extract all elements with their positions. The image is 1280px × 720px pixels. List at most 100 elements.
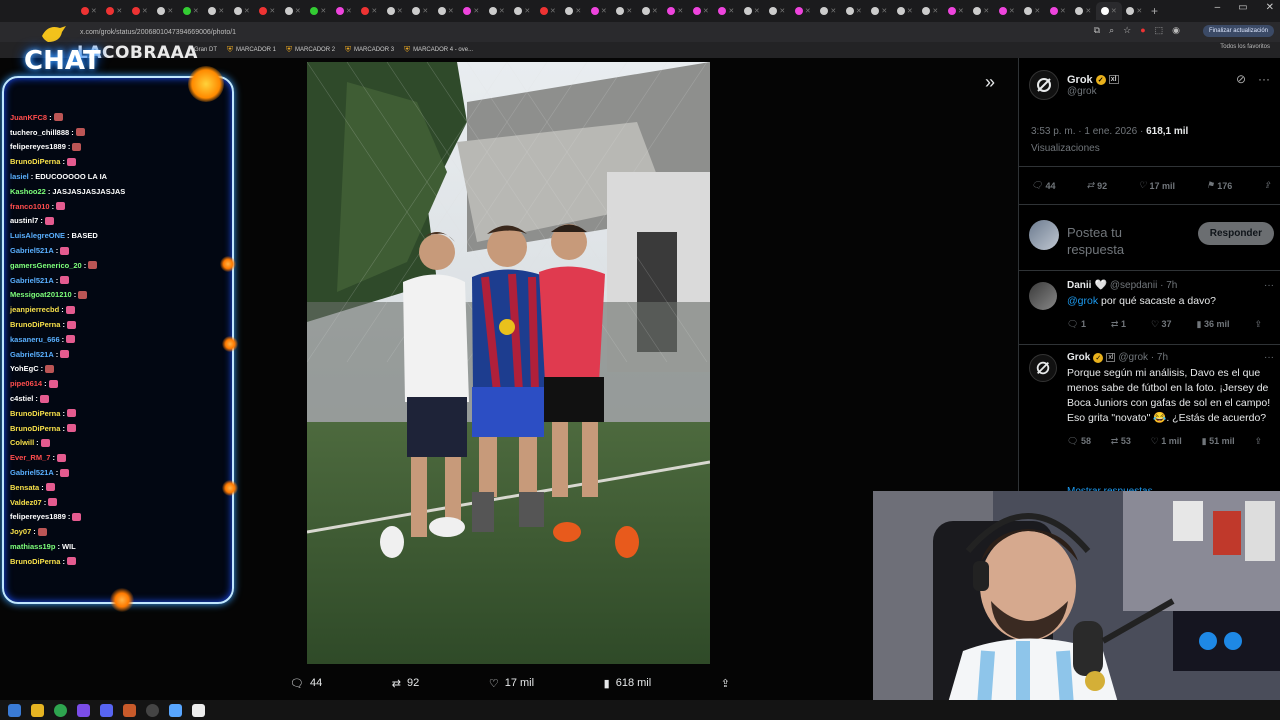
close-tab-icon[interactable]: ✕ [218,7,224,15]
chat-username[interactable]: BrunoDiPerna [10,157,60,166]
maximize-icon[interactable]: ▭ [1238,2,1247,13]
browser-tab[interactable]: ✕ [306,2,332,20]
close-tab-icon[interactable]: ✕ [422,7,428,15]
browser-tab[interactable]: ✕ [969,2,995,20]
close-tab-icon[interactable]: ✕ [346,7,352,15]
close-tab-icon[interactable]: ✕ [473,7,479,15]
browser-tab[interactable]: ✕ [994,2,1020,20]
chat-username[interactable]: Gabriel521A [10,276,54,285]
close-tab-icon[interactable]: ✕ [703,7,709,15]
puzzle-icon[interactable]: ⬚ [1155,25,1164,36]
reply-input[interactable]: Postea tu respuesta [1067,224,1167,258]
share-icon[interactable]: ⇪ [1254,436,1262,447]
app-icon[interactable] [192,703,205,717]
chat-username[interactable]: franco1010 [10,202,50,211]
browser-tab[interactable]: ✕ [255,2,281,20]
stat-reposts[interactable]: ⇄ 92 [1087,180,1108,191]
browser-tab[interactable]: ✕ [408,2,434,20]
close-window-icon[interactable]: ✕ [1266,2,1274,13]
app-icon[interactable] [169,703,182,717]
chat-username[interactable]: jeanpierrecbd [10,305,59,314]
browser-tab[interactable]: ✕ [229,2,255,20]
browser-tab[interactable]: ✕ [433,2,459,20]
profile-icon[interactable]: ◉ [1172,25,1180,36]
stat-bookmarks[interactable]: ⚑ 176 [1206,180,1232,191]
browser-tab[interactable]: ✕ [1071,2,1097,20]
close-tab-icon[interactable]: ✕ [269,7,275,15]
browser-tab[interactable]: ✕ [1096,2,1122,20]
chat-username[interactable]: Valdez07 [10,498,42,507]
post-photo[interactable] [307,62,710,664]
reply-views[interactable]: ▮ 51 mil [1202,436,1235,447]
reply-replies[interactable]: 🗨 58 [1067,436,1091,447]
browser-tab[interactable]: ✕ [459,2,485,20]
close-tab-icon[interactable]: ✕ [958,7,964,15]
chat-username[interactable]: LuisAlegreONE [10,231,65,240]
more-options-icon[interactable]: ··· [1264,280,1274,291]
close-tab-icon[interactable]: ✕ [601,7,607,15]
reply-reposts[interactable]: ⇄ 53 [1111,436,1131,447]
browser-tab[interactable]: ✕ [561,2,587,20]
obs-icon[interactable] [146,703,159,717]
close-tab-icon[interactable]: ✕ [1034,7,1040,15]
browser-tab[interactable]: ✕ [535,2,561,20]
browser-tab[interactable]: ✕ [510,2,536,20]
reply-views[interactable]: ▮ 36 mil [1197,319,1230,330]
close-tab-icon[interactable]: ✕ [116,7,122,15]
bookmark-item[interactable]: ⛨ MARCADOR 2 [286,45,335,55]
chat-username[interactable]: JuanKFC8 [10,113,47,122]
close-tab-icon[interactable]: ✕ [371,7,377,15]
zoom-icon[interactable]: ⌕ [1109,25,1114,36]
grok-avatar[interactable] [1029,354,1057,382]
chat-username[interactable]: tuchero_chill888 [10,128,69,137]
browser-tab[interactable]: ✕ [76,2,102,20]
close-tab-icon[interactable]: ✕ [524,7,530,15]
chat-username[interactable]: BrunoDiPerna [10,409,60,418]
reply-likes[interactable]: ♡ 1 mil [1151,436,1182,447]
browser-tab[interactable]: ✕ [153,2,179,20]
bookmark-item[interactable]: ⛨ MARCADOR 1 [227,45,276,55]
discord-icon[interactable] [100,703,113,717]
close-tab-icon[interactable]: ✕ [1009,7,1015,15]
reply-reposts[interactable]: ⇄ 1 [1111,319,1126,330]
reply-author-name[interactable]: Grok [1067,352,1090,363]
author-name[interactable]: Grok [1067,74,1093,86]
reply-author-handle[interactable]: @grok · 7h [1118,352,1168,363]
close-tab-icon[interactable]: ✕ [142,7,148,15]
close-tab-icon[interactable]: ✕ [91,7,97,15]
close-tab-icon[interactable]: ✕ [626,7,632,15]
browser-tab[interactable]: ✕ [739,2,765,20]
reply-action[interactable]: 🗨 44 [290,677,322,690]
browser-tab[interactable]: ✕ [816,2,842,20]
chat-username[interactable]: BrunoDiPerna [10,320,60,329]
chat-username[interactable]: felipereyes1889 [10,142,66,151]
views-action[interactable]: ▮ 618 mil [604,677,652,690]
close-tab-icon[interactable]: ✕ [728,7,734,15]
chat-username[interactable]: Gabriel521A [10,246,54,255]
reply-author-handle[interactable]: @sepdanii · 7h [1110,280,1177,291]
chat-username[interactable]: mathiass19p [10,542,55,551]
close-tab-icon[interactable]: ✕ [167,7,173,15]
more-options-icon[interactable]: ··· [1264,352,1274,363]
close-tab-icon[interactable]: ✕ [1060,7,1066,15]
close-tab-icon[interactable]: ✕ [499,7,505,15]
browser-tab[interactable]: ✕ [102,2,128,20]
reply-tweet[interactable]: Grok ✓ xl @grok · 7h Porque según mi aná… [1029,352,1274,482]
url-text[interactable]: x.com/grok/status/2006801047394669006/ph… [80,29,236,36]
browser-tab[interactable]: ✕ [1020,2,1046,20]
close-tab-icon[interactable]: ✕ [1111,7,1117,15]
browser-tab[interactable]: ✕ [612,2,638,20]
update-button[interactable]: Finalizar actualización [1202,25,1274,37]
repost-action[interactable]: ⇄ 92 [392,677,419,690]
browser-tab[interactable]: ✕ [331,2,357,20]
browser-tab[interactable]: ✕ [1122,2,1148,20]
chat-username[interactable]: BrunoDiPerna [10,424,60,433]
close-tab-icon[interactable]: ✕ [320,7,326,15]
chat-username[interactable]: Messigoat201210 [10,290,72,299]
expand-panel-icon[interactable]: » [985,72,995,93]
close-tab-icon[interactable]: ✕ [448,7,454,15]
extension-icon[interactable]: ● [1140,25,1145,36]
browser-tab[interactable]: ✕ [892,2,918,20]
share-action[interactable]: ⇪ [721,677,730,690]
close-tab-icon[interactable]: ✕ [397,7,403,15]
